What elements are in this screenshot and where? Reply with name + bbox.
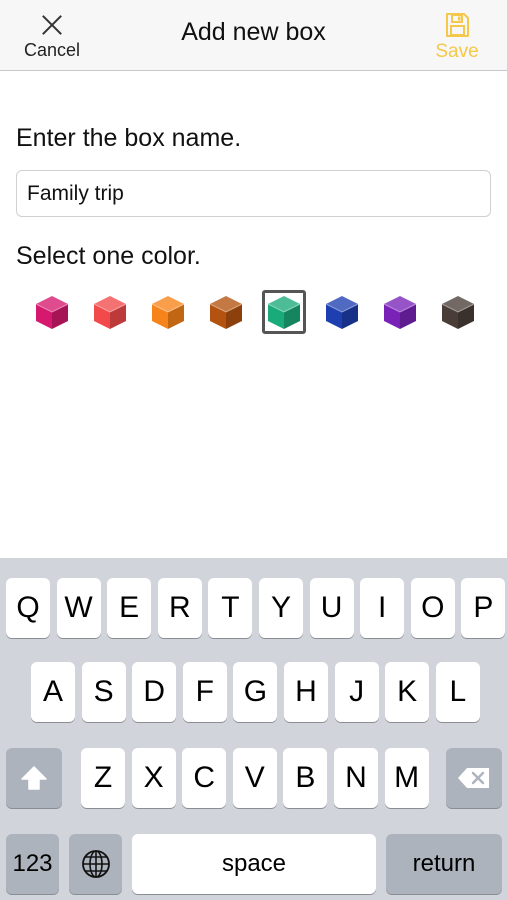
- box-name-prompt: Enter the box name.: [16, 124, 242, 152]
- globe-icon: [81, 850, 110, 878]
- key-b[interactable]: B: [283, 748, 328, 808]
- backspace-icon: [458, 768, 489, 788]
- color-option-red[interactable]: [88, 290, 132, 334]
- key-k[interactable]: K: [385, 662, 430, 722]
- key-a[interactable]: A: [31, 662, 75, 722]
- box-name-field[interactable]: [16, 170, 491, 217]
- cube-icon: [325, 296, 359, 329]
- key-n[interactable]: N: [334, 748, 378, 808]
- key-s[interactable]: S: [81, 662, 126, 722]
- cancel-label: Cancel: [23, 40, 81, 60]
- key-u[interactable]: U: [309, 578, 354, 638]
- key-f[interactable]: F: [182, 662, 227, 722]
- page-title: Add new box: [181, 18, 326, 46]
- key-w[interactable]: W: [56, 578, 101, 638]
- key-t[interactable]: T: [208, 578, 253, 638]
- color-option-purple[interactable]: [378, 290, 422, 334]
- key-z[interactable]: Z: [81, 748, 125, 808]
- cube-icon: [151, 296, 185, 329]
- cube-icon: [93, 296, 127, 329]
- cube-icon: [35, 296, 69, 329]
- key-h[interactable]: H: [284, 662, 328, 722]
- key-o[interactable]: O: [410, 578, 455, 638]
- shift-icon: [21, 766, 47, 790]
- key-p[interactable]: P: [461, 578, 506, 638]
- color-option-blue[interactable]: [320, 290, 364, 334]
- key-x[interactable]: X: [131, 748, 176, 808]
- save-label: Save: [435, 41, 479, 62]
- key-c[interactable]: C: [182, 748, 227, 808]
- save-button[interactable]: Save: [421, 8, 493, 66]
- key-l[interactable]: L: [435, 662, 480, 722]
- save-icon: [446, 13, 469, 37]
- key-y[interactable]: Y: [259, 578, 303, 638]
- color-option-orange[interactable]: [146, 290, 190, 334]
- globe-key[interactable]: [69, 834, 122, 894]
- close-icon: [41, 14, 63, 36]
- key-i[interactable]: I: [360, 578, 405, 638]
- cube-icon: [209, 296, 243, 329]
- navigation-bar: Cancel Add new box Save: [0, 0, 507, 71]
- shift-key[interactable]: [6, 748, 62, 808]
- return-key[interactable]: return: [386, 834, 502, 894]
- color-option-brown[interactable]: [204, 290, 248, 334]
- color-prompt: Select one color.: [16, 242, 201, 270]
- numbers-key[interactable]: 123: [6, 834, 59, 894]
- key-q[interactable]: Q: [6, 578, 50, 638]
- cube-icon: [441, 296, 475, 329]
- cancel-button[interactable]: Cancel: [14, 8, 90, 66]
- key-d[interactable]: D: [132, 662, 177, 722]
- key-g[interactable]: G: [233, 662, 278, 722]
- key-e[interactable]: E: [107, 578, 152, 638]
- key-v[interactable]: V: [232, 748, 277, 808]
- color-option-magenta[interactable]: [30, 290, 74, 334]
- space-key[interactable]: space: [132, 834, 376, 894]
- backspace-key[interactable]: [446, 748, 502, 808]
- color-picker: [30, 290, 490, 334]
- cube-icon: [267, 296, 301, 329]
- key-r[interactable]: R: [157, 578, 202, 638]
- key-m[interactable]: M: [384, 748, 429, 808]
- cube-icon: [383, 296, 417, 329]
- color-option-dark-brown[interactable]: [436, 290, 480, 334]
- keyboard: Q W E R T Y U I O P A S D F G H J K L Z X C V B N M 123 space return: [0, 558, 507, 900]
- color-option-green[interactable]: [262, 290, 306, 334]
- key-j[interactable]: J: [334, 662, 379, 722]
